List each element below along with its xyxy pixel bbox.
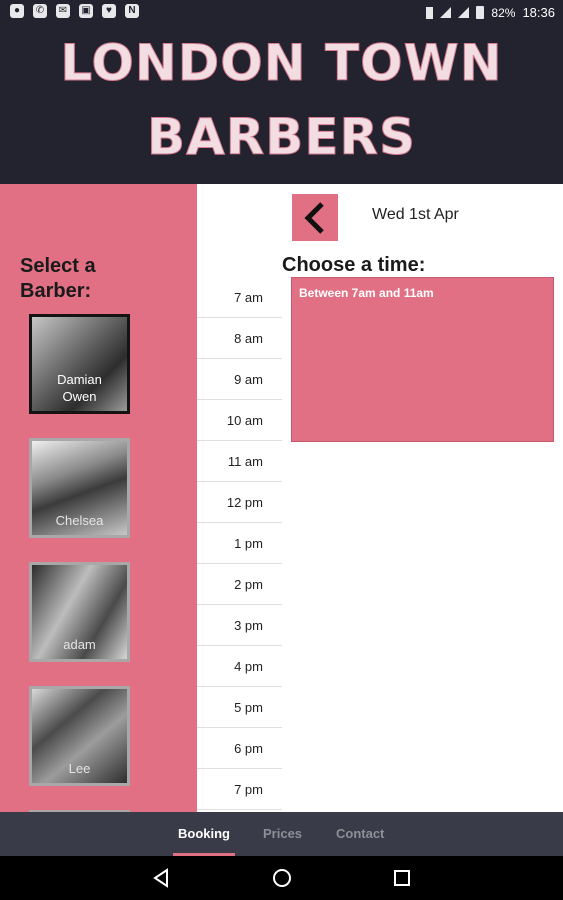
- slot-label: Between 7am and 11am: [299, 286, 434, 300]
- status-bar: ● ✆ ✉ ▣ ♥ N 82% 18:36: [0, 0, 563, 24]
- time-slot[interactable]: 7 pm: [197, 769, 282, 810]
- heart-icon: ♥: [102, 4, 116, 18]
- bluetooth-icon: [426, 6, 434, 19]
- time-slot[interactable]: 5 pm: [197, 687, 282, 728]
- previous-day-button[interactable]: [292, 194, 338, 241]
- time-slot[interactable]: 1 pm: [197, 523, 282, 564]
- battery-icon: [476, 6, 485, 19]
- barber-name: Lee: [68, 761, 91, 776]
- clock: 18:36: [522, 5, 555, 20]
- barber-name: adam: [63, 637, 96, 652]
- recents-icon[interactable]: [392, 868, 412, 888]
- app-icon: ●: [10, 4, 24, 18]
- time-slot[interactable]: 6 pm: [197, 728, 282, 769]
- logo-line-2: BARBERS: [146, 108, 417, 167]
- back-icon[interactable]: [152, 868, 172, 888]
- bottom-tab-bar: Booking Prices Contact: [0, 812, 563, 856]
- twitch-icon: ▣: [79, 4, 93, 18]
- barber-card-adam[interactable]: adam: [29, 562, 130, 662]
- available-slot-block[interactable]: Between 7am and 11am: [291, 277, 554, 442]
- time-slot[interactable]: 12 pm: [197, 482, 282, 523]
- app-header: LONDON TOWN BARBERS: [0, 24, 563, 184]
- time-slot[interactable]: 7 am: [197, 277, 282, 318]
- time-slot[interactable]: 9 am: [197, 359, 282, 400]
- barber-card-lee[interactable]: Lee: [29, 686, 130, 786]
- chevron-left-icon: [304, 201, 324, 234]
- system-icons: 82% 18:36: [426, 5, 555, 20]
- time-slot[interactable]: 8 am: [197, 318, 282, 359]
- time-slot[interactable]: 10 am: [197, 400, 282, 441]
- tab-prices[interactable]: Prices: [263, 812, 302, 856]
- time-slot[interactable]: 11 am: [197, 441, 282, 482]
- tab-booking[interactable]: Booking: [178, 812, 230, 856]
- barber-card-chelsea[interactable]: Chelsea: [29, 438, 130, 538]
- battery-percent: 82%: [491, 5, 516, 20]
- barber-card-damian-owen[interactable]: Damian Owen: [29, 314, 130, 414]
- selected-date: Wed 1st Apr: [372, 206, 459, 223]
- sidebar-title: Select a Barber:: [20, 255, 96, 302]
- wifi-icon: [440, 7, 452, 18]
- logo-line-1: LONDON TOWN: [60, 34, 503, 93]
- barber-name: Damian Owen: [57, 372, 102, 404]
- tab-contact[interactable]: Contact: [336, 812, 384, 856]
- home-icon[interactable]: [272, 868, 292, 888]
- n-icon: N: [125, 4, 139, 18]
- barber-name: Chelsea: [55, 513, 104, 528]
- system-nav-bar: [0, 856, 563, 900]
- time-column: 7 am 8 am 9 am 10 am 11 am 12 pm 1 pm 2 …: [197, 184, 282, 812]
- phone-icon: ✆: [33, 4, 47, 18]
- signal-icon: [458, 7, 470, 18]
- mail-icon: ✉: [56, 4, 70, 18]
- booking-main: Wed 1st Apr Choose a time: Between 7am a…: [282, 184, 563, 812]
- choose-time-title: Choose a time:: [282, 254, 426, 276]
- time-slot[interactable]: 3 pm: [197, 605, 282, 646]
- time-slot[interactable]: 2 pm: [197, 564, 282, 605]
- time-slot[interactable]: 4 pm: [197, 646, 282, 687]
- notification-icons: ● ✆ ✉ ▣ ♥ N: [10, 4, 139, 18]
- barber-sidebar: Select a Barber: Damian Owen Chelsea ada…: [0, 184, 197, 812]
